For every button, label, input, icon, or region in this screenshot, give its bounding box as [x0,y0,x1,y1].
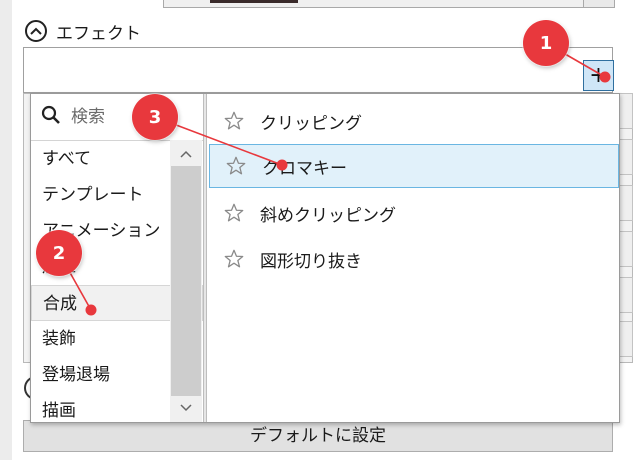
splitter[interactable] [203,94,207,422]
annotation-badge-1: 1 [523,20,569,66]
scroll-down-chevron-icon[interactable] [171,398,201,418]
effect-label: クロマキー [262,158,347,179]
preview-thumbnail [210,0,298,3]
effect-item[interactable]: 図形切り抜き [208,237,619,281]
effect-list-box[interactable] [23,47,613,93]
add-effect-button[interactable]: + [583,60,614,91]
effect-item[interactable]: 斜めクリッピング [208,191,619,235]
collapse-chevron-up-icon[interactable] [25,20,47,42]
effect-label: 斜めクリッピング [260,205,396,226]
effect-section-title: エフェクト [56,23,141,44]
add-button-label: + [589,63,608,88]
annotation-badge-3: 3 [132,94,178,140]
effect-label: クリッピング [260,113,362,134]
star-outline-icon[interactable] [222,109,246,133]
effect-picker-popup: すべて テンプレート アニメーション 加工 合成 装飾 登場退場 描画 クリッピ… [30,93,620,423]
annotation-badge-2: 2 [36,230,82,276]
scrollbar-thumb[interactable] [171,166,201,396]
preview-side-button[interactable] [583,0,615,8]
effect-item-selected[interactable]: クロマキー [209,144,619,188]
scroll-up-chevron-icon[interactable] [171,144,201,164]
star-outline-icon[interactable] [222,201,246,225]
search-icon [41,105,61,129]
star-outline-icon[interactable] [224,154,248,178]
effect-item[interactable]: クリッピング [208,99,619,143]
star-outline-icon[interactable] [222,247,246,271]
effect-label: 図形切り抜き [260,251,362,272]
left-edge-strip [0,0,12,460]
effect-list: クリッピング クロマキー 斜めクリッピング 図形切り抜き [208,94,619,422]
effect-section-header[interactable]: エフェクト [25,18,141,44]
set-default-button[interactable]: デフォルトに設定 [23,420,613,452]
